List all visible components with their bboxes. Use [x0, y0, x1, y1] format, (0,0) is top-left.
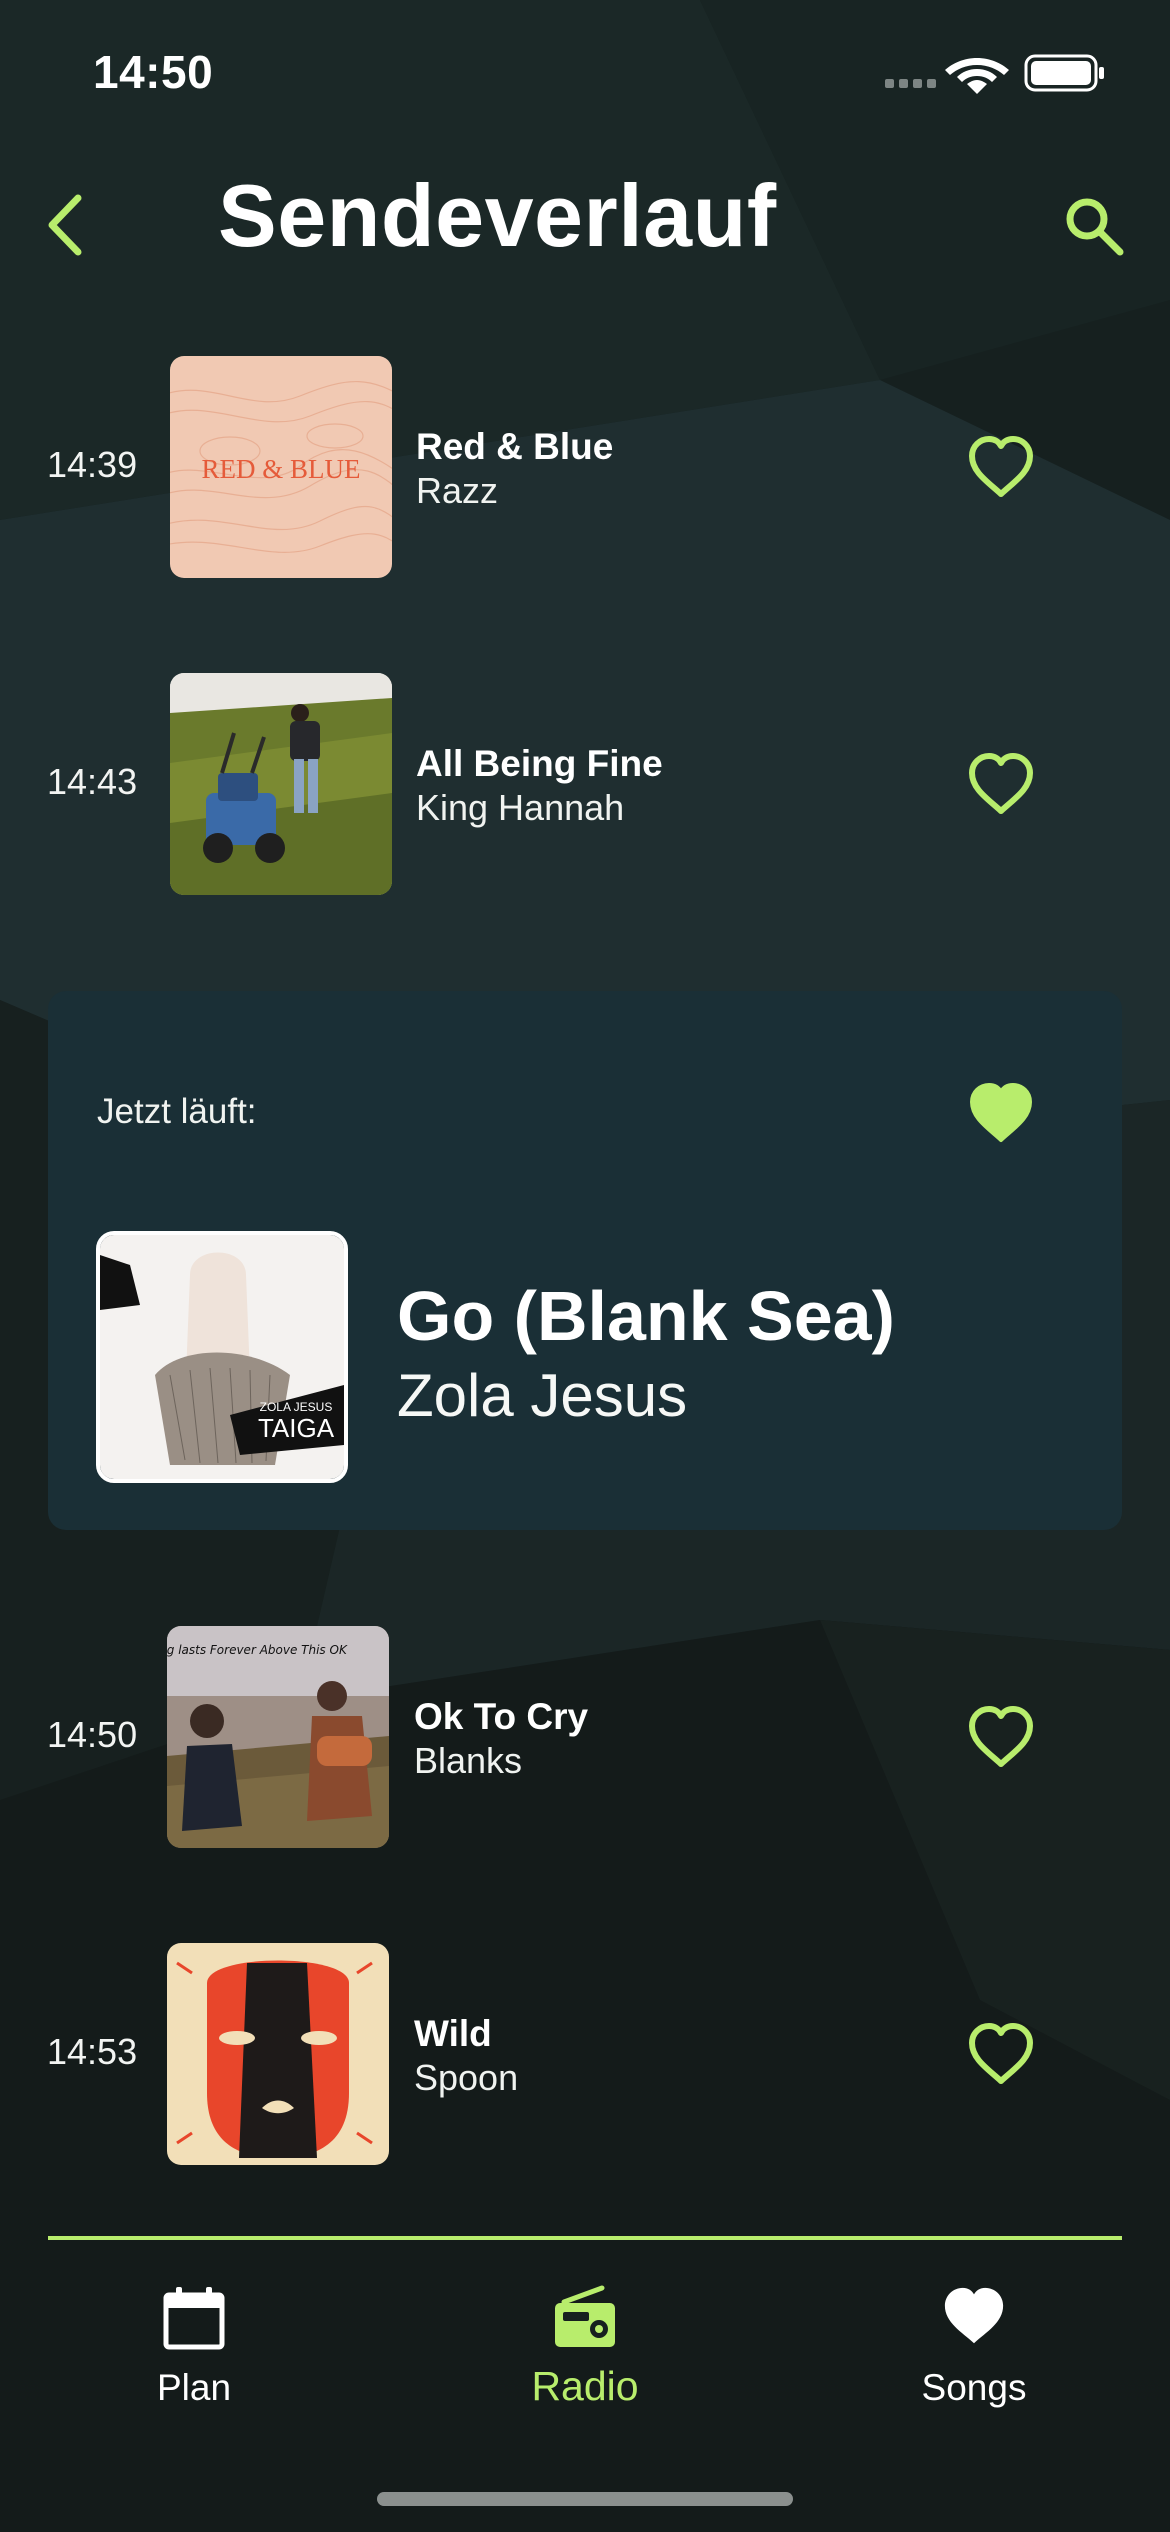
tab-radio[interactable]: Radio: [455, 2285, 715, 2415]
track-time: 14:53: [47, 2031, 138, 2072]
track-artist: Blanks: [414, 1740, 523, 1781]
heart-outline-icon: [969, 2023, 1033, 2084]
heart-outline-icon: [969, 436, 1033, 497]
history-item[interactable]: 14:50 Nothing lasts Forever Above This O…: [0, 1626, 1170, 1848]
album-cover: Nothing lasts Forever Above This OK: [167, 1626, 389, 1848]
home-indicator[interactable]: [377, 2492, 793, 2506]
tab-label: Radio: [531, 2363, 639, 2409]
chevron-left-icon: [48, 194, 82, 256]
heart-filled-icon: [970, 1083, 1032, 1142]
track-artist: King Hannah: [416, 787, 625, 828]
history-item[interactable]: 14:43 All Being Fine King Hannah: [0, 673, 1170, 895]
heart-outline-icon: [969, 753, 1033, 814]
favorite-button[interactable]: [966, 751, 1036, 817]
track-time: 14:43: [47, 761, 138, 802]
search-button[interactable]: [1060, 192, 1130, 262]
track-time: 14:39: [47, 444, 138, 485]
album-cover: RED & BLUE: [170, 356, 392, 578]
history-item[interactable]: 14:53 Wild Spoon: [0, 1943, 1170, 2165]
back-button[interactable]: [40, 190, 90, 260]
wifi-icon: [945, 58, 1009, 94]
favorite-button[interactable]: [966, 1704, 1036, 1770]
album-cover: [170, 673, 392, 895]
history-item[interactable]: 14:39 RED & BLUE Red & Blue Razz: [0, 356, 1170, 578]
status-time: 14:50: [93, 46, 214, 98]
heart-outline-icon: [969, 1706, 1033, 1767]
radio-icon: [555, 2285, 615, 2347]
tab-label: Plan: [156, 2367, 232, 2408]
tab-label: Songs: [921, 2367, 1027, 2408]
now-playing-label: Jetzt läuft:: [97, 1092, 257, 1131]
now-playing-card[interactable]: Jetzt läuft: ZOLA JESUS TAIGA Go (Blank …: [48, 991, 1122, 1530]
now-playing-title: Go (Blank Sea): [397, 1277, 895, 1355]
cover-text: Nothing lasts Forever Above This OK: [167, 1643, 348, 1657]
track-title: All Being Fine: [416, 743, 663, 784]
page-title: Sendeverlauf: [218, 166, 777, 265]
now-playing-cover: ZOLA JESUS TAIGA: [96, 1231, 348, 1483]
track-title: Red & Blue: [416, 426, 614, 467]
cellular-signal-icon: [885, 79, 936, 88]
track-time: 14:50: [47, 1714, 138, 1755]
now-playing-artist: Zola Jesus: [397, 1362, 688, 1429]
cover-text-top: ZOLA JESUS: [260, 1400, 333, 1414]
search-icon: [1066, 198, 1124, 256]
cover-text-bottom: TAIGA: [258, 1413, 335, 1443]
favorite-button[interactable]: [966, 434, 1036, 500]
calendar-icon: [163, 2287, 225, 2350]
track-title: Wild: [414, 2013, 492, 2054]
favorite-button[interactable]: [966, 2021, 1036, 2087]
album-cover: [167, 1943, 389, 2165]
tab-plan[interactable]: Plan: [64, 2285, 324, 2415]
cover-text: RED & BLUE: [202, 454, 361, 484]
track-artist: Spoon: [414, 2057, 519, 2098]
tab-bar-divider: [48, 2236, 1122, 2240]
tab-songs[interactable]: Songs: [844, 2285, 1104, 2415]
status-icons: [885, 54, 1104, 94]
track-title: Ok To Cry: [414, 1696, 589, 1737]
battery-icon: [1024, 54, 1104, 92]
track-artist: Razz: [416, 470, 499, 511]
favorite-button[interactable]: [966, 1080, 1036, 1146]
heart-icon: [944, 2287, 1004, 2344]
